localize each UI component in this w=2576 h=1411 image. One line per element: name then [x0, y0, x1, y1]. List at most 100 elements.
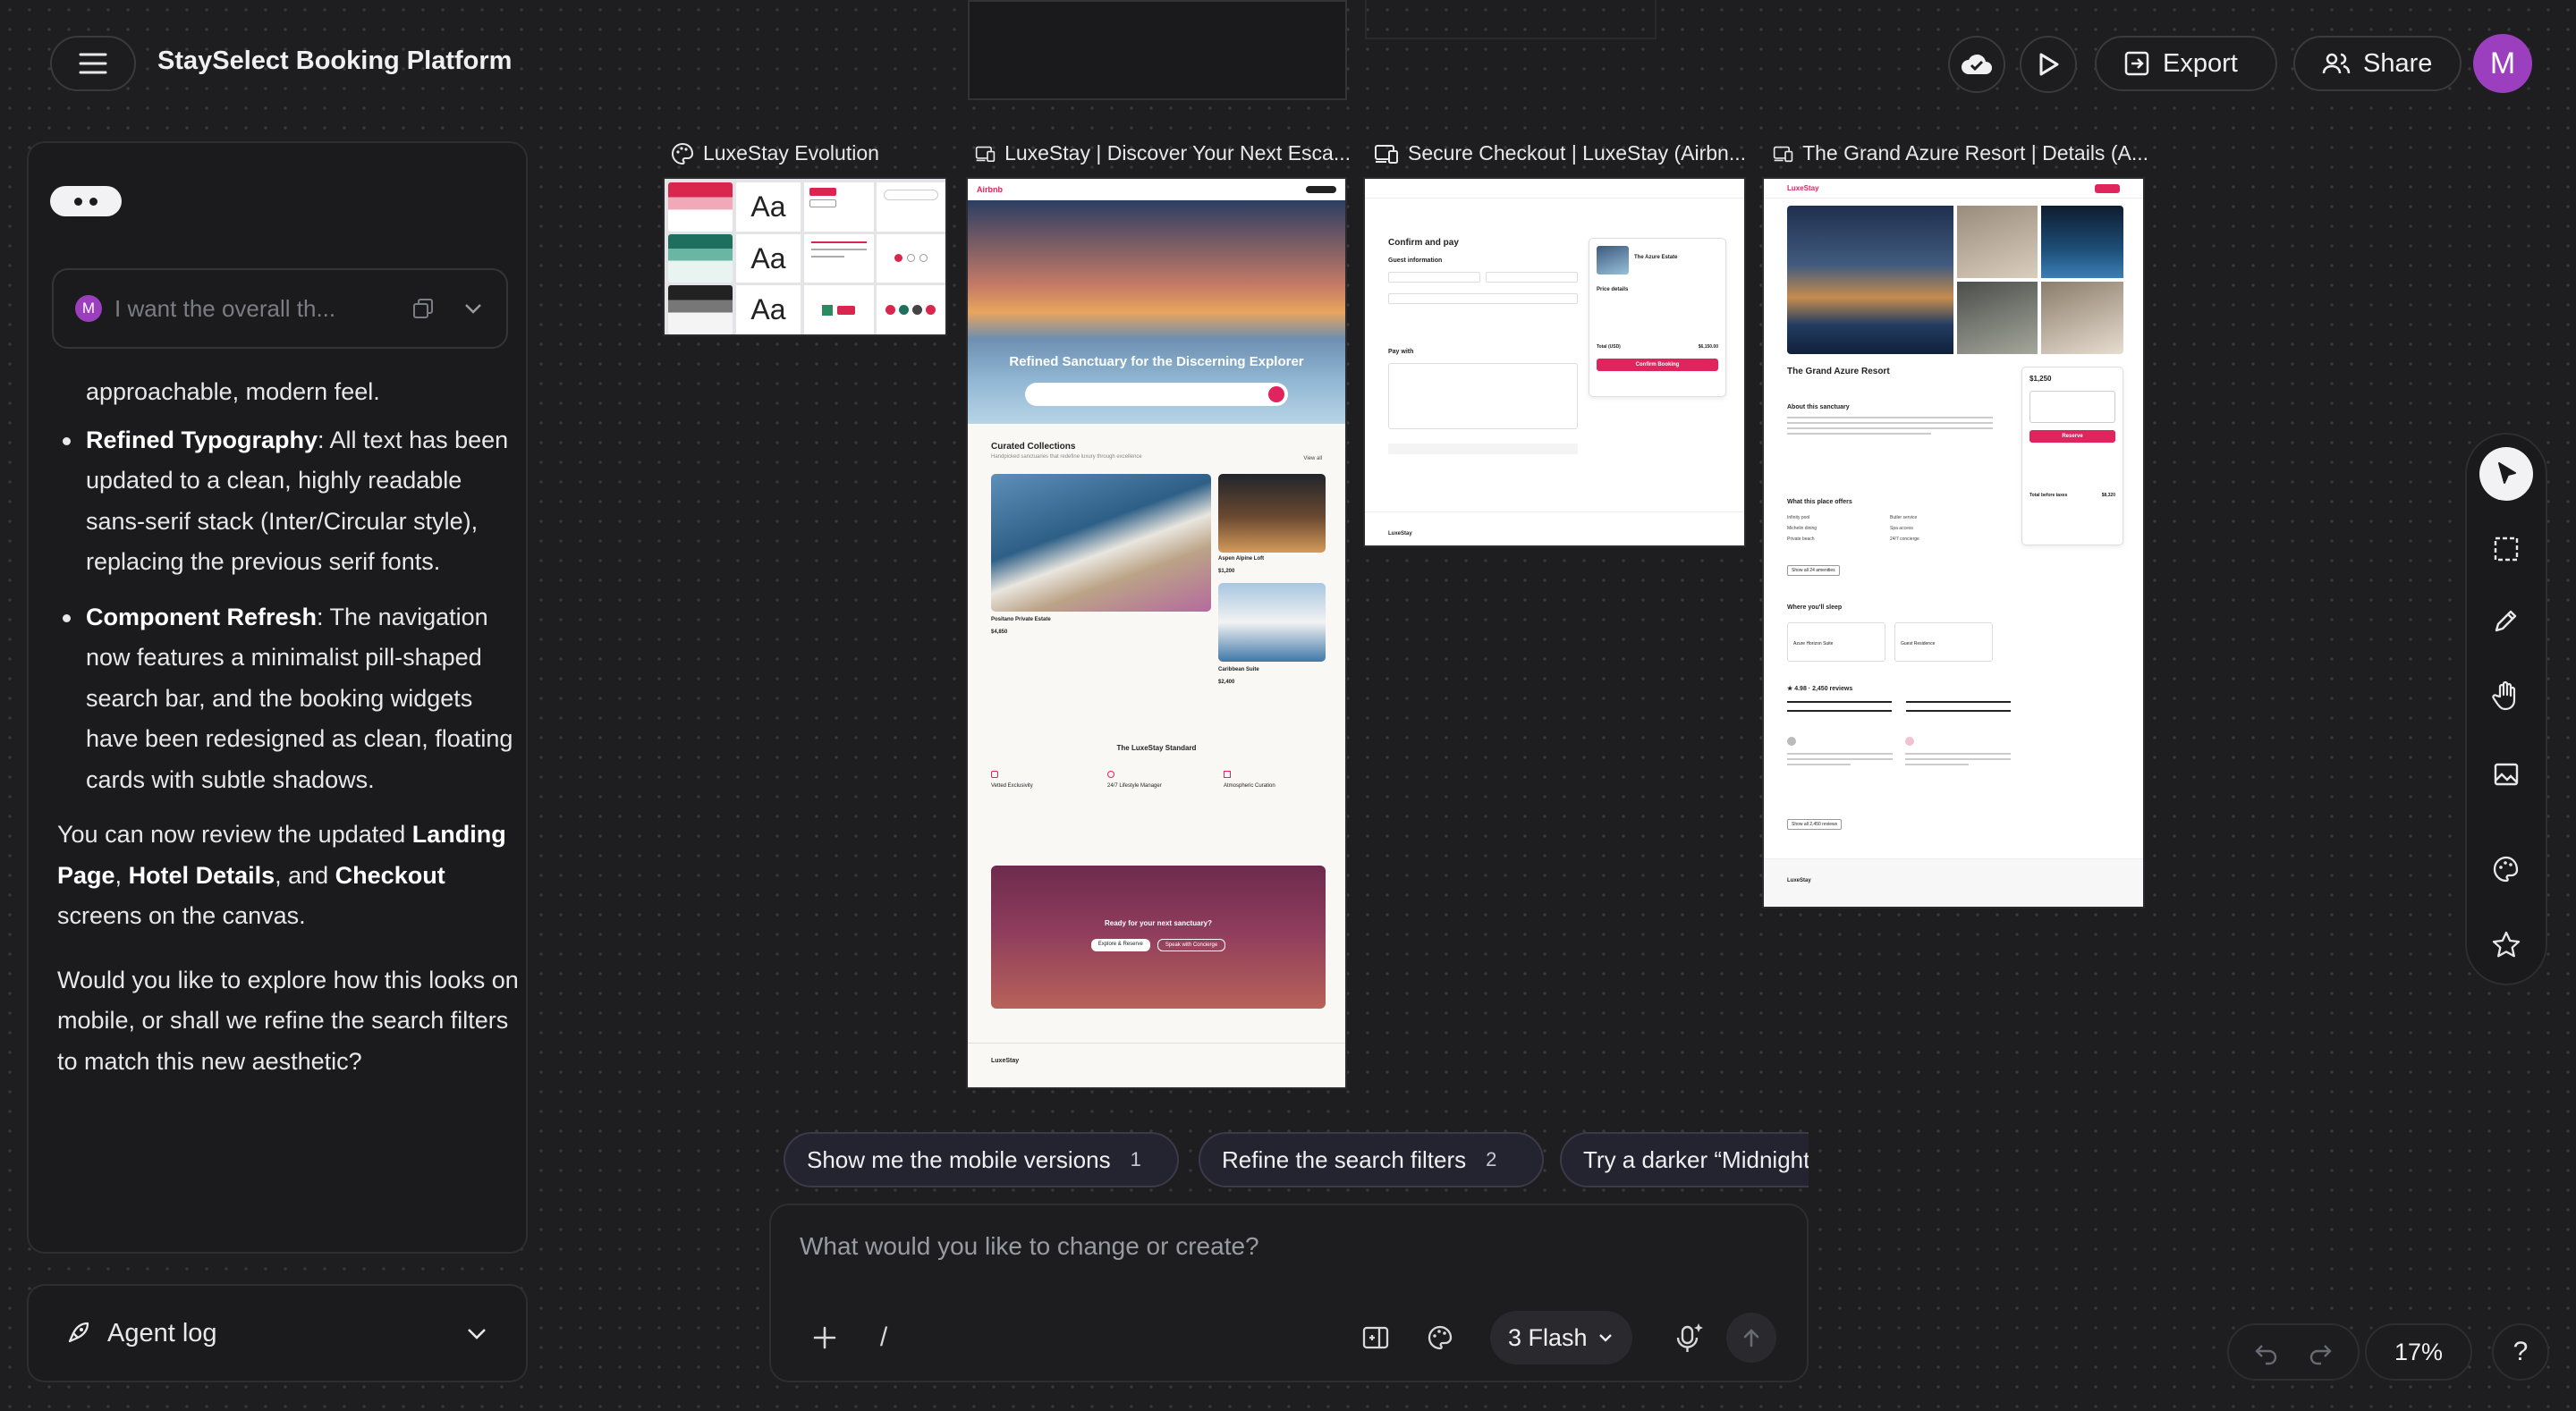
hand-icon: [2492, 680, 2516, 711]
suggestion-filters[interactable]: Refine the search filters 2: [1199, 1132, 1544, 1187]
landing-nav: Airbnb: [968, 179, 1345, 200]
show-reviews-button[interactable]: Show all 2,450 reviews: [1787, 819, 1843, 830]
amenity: Infinity pool: [1787, 515, 1810, 520]
suggestion-midnight[interactable]: Try a darker “Midnight”: [1560, 1132, 1809, 1187]
gallery-thumb[interactable]: [1957, 206, 2038, 278]
theme-tool[interactable]: [2479, 842, 2533, 896]
component-circles: [876, 285, 945, 334]
rooms-row: Azure Horizon Suite Guest Residence: [1787, 622, 1993, 662]
user-avatar: M: [75, 295, 102, 322]
card-positano[interactable]: [991, 474, 1211, 612]
component-dots: [876, 233, 945, 283]
frame-label-landing[interactable]: LuxeStay | Discover Your Next Esca...: [975, 141, 1351, 165]
frame-label-text: LuxeStay Evolution: [703, 141, 879, 165]
user-message[interactable]: M I want the overall th...: [52, 268, 508, 349]
cta-button-concierge[interactable]: Speak with Concierge: [1157, 939, 1226, 951]
gallery-thumb[interactable]: [2041, 206, 2123, 278]
prompt-composer[interactable]: What would you like to change or create?…: [769, 1204, 1809, 1382]
prompt-input[interactable]: What would you like to change or create?: [800, 1232, 1259, 1261]
details-title: The Grand Azure Resort: [1787, 367, 1890, 376]
add-button[interactable]: [803, 1316, 846, 1359]
save-cloud-button[interactable]: [1948, 36, 2005, 93]
palette-icon: [1428, 1325, 1453, 1350]
card-caribbean[interactable]: [1218, 583, 1326, 662]
swatch-neutral: [668, 285, 733, 334]
preview-button[interactable]: [2020, 36, 2077, 93]
total-label: Total (USD): [1597, 344, 1621, 350]
view-all-link[interactable]: View all: [1303, 456, 1322, 461]
mic-sparkle-icon: [1676, 1323, 1703, 1352]
collections-sub: Handpicked sanctuaries that redefine lux…: [991, 454, 1142, 460]
theme-button[interactable]: [1419, 1316, 1462, 1359]
confirm-booking-button[interactable]: Confirm Booking: [1597, 359, 1718, 371]
zoom-level[interactable]: 17%: [2365, 1323, 2472, 1381]
cursor-icon: [2498, 462, 2516, 484]
price-card: The Azure Estate Price details Total (US…: [1589, 238, 1726, 397]
details-logo: LuxeStay: [1787, 184, 1819, 192]
frame-landing[interactable]: Airbnb Refined Sanctuary for the Discern…: [966, 177, 1347, 1089]
suggestion-mobile[interactable]: Show me the mobile versions 1: [784, 1132, 1179, 1187]
palette-icon: [2493, 856, 2519, 883]
amenity: Private beach: [1787, 537, 1815, 542]
card1-name: Positano Private Estate: [991, 617, 1051, 622]
show-amenities-button[interactable]: Show all 24 amenities: [1787, 565, 1840, 576]
select-tool[interactable]: [2479, 447, 2533, 501]
reserve-button[interactable]: Reserve: [2029, 430, 2115, 443]
cta-button-explore[interactable]: Explore & Reserve: [1090, 939, 1150, 951]
undo-icon[interactable]: [2253, 1339, 2280, 1365]
frame-tool[interactable]: [2479, 522, 2533, 576]
agent-log-toggle[interactable]: Agent log: [27, 1284, 528, 1382]
details-footer: LuxeStay: [1764, 858, 2143, 907]
copy-icon[interactable]: [411, 297, 435, 320]
draw-tool[interactable]: [2479, 594, 2533, 647]
reviews-title: ★ 4.98 · 2,450 reviews: [1787, 686, 1853, 692]
frame-label-evolution[interactable]: LuxeStay Evolution: [671, 141, 957, 165]
offscreen-frame[interactable]: [968, 0, 1347, 100]
feature-item: Atmospheric Curation: [1224, 771, 1322, 789]
frame-details[interactable]: LuxeStay The Grand Azure Resort About th…: [1762, 177, 2145, 908]
avatar[interactable]: M: [2473, 34, 2532, 93]
frame-evolution[interactable]: Aa Aa Aa: [663, 177, 947, 336]
landing-footer: LuxeStay: [968, 1043, 1345, 1087]
favorite-tool[interactable]: [2479, 917, 2533, 971]
help-button[interactable]: ?: [2492, 1323, 2549, 1381]
frame-label-details[interactable]: The Grand Azure Resort | Details (A...: [1773, 141, 2148, 165]
image-tool[interactable]: [2479, 748, 2533, 801]
frame-add-icon: [1362, 1326, 1389, 1349]
send-button[interactable]: [1726, 1313, 1776, 1363]
people-icon: [2322, 53, 2351, 74]
menu-button[interactable]: [50, 36, 136, 91]
cta-buttons: Explore & Reserve Speak with Concierge: [991, 939, 1326, 951]
component-badges: [804, 285, 874, 334]
bullet-component: Component Refresh: The navigation now fe…: [59, 597, 524, 801]
voice-button[interactable]: [1664, 1313, 1714, 1363]
bullet-text: : The navigation now features a minimali…: [86, 603, 513, 793]
layout-button[interactable]: [1354, 1316, 1397, 1359]
gallery-thumb[interactable]: [1957, 282, 2038, 354]
export-button[interactable]: Export: [2095, 36, 2277, 91]
landing-cta[interactable]: Ready for your next sanctuary? Explore &…: [991, 866, 1326, 1009]
guest-fields: [1388, 272, 1578, 304]
gallery-thumb[interactable]: [2041, 282, 2123, 354]
slash-command-button[interactable]: /: [866, 1316, 902, 1359]
model-selector[interactable]: 3 Flash: [1490, 1311, 1632, 1365]
pan-tool[interactable]: [2479, 669, 2533, 722]
share-button[interactable]: Share: [2293, 36, 2462, 91]
redo-icon[interactable]: [2307, 1339, 2334, 1365]
standard-title: The LuxeStay Standard: [1116, 744, 1197, 752]
frame-label-text: Secure Checkout | LuxeStay (Airbn...: [1408, 141, 1746, 165]
card1-price: $4,850: [991, 629, 1008, 635]
frame-label-checkout[interactable]: Secure Checkout | LuxeStay (Airbn...: [1374, 141, 1750, 165]
chevron-down-icon: [1598, 1334, 1612, 1342]
chevron-down-icon: [468, 1329, 486, 1339]
frame-checkout[interactable]: Confirm and pay Guest information Pay wi…: [1363, 177, 1746, 547]
hotel-name: The Azure Estate: [1634, 255, 1678, 260]
chevron-down-icon[interactable]: [462, 297, 485, 320]
export-icon: [2124, 51, 2149, 76]
gallery-main[interactable]: [1787, 206, 1953, 354]
card-aspen[interactable]: [1218, 474, 1326, 553]
total-value: $6,150.00: [1698, 344, 1718, 350]
card3-price: $2,400: [1218, 680, 1235, 685]
booking-price: $1,250: [2029, 375, 2052, 383]
collections-title: Curated Collections: [991, 442, 1076, 452]
